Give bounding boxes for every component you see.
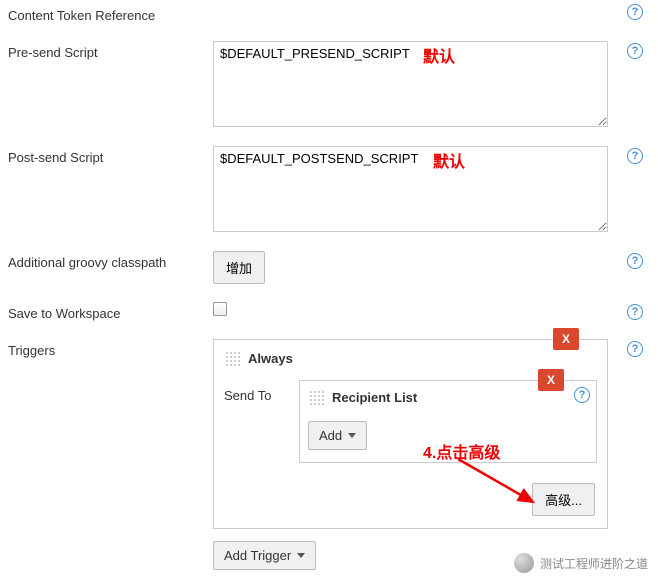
save-workspace-checkbox[interactable] [213,302,227,316]
presend-label: Pre-send Script [8,41,213,60]
advanced-button[interactable]: 高级... [532,483,595,516]
help-col: ? [620,4,650,20]
recipient-box: X Recipient List ? Add [299,380,597,463]
drag-handle-icon[interactable] [308,389,324,405]
classpath-label: Additional groovy classpath [8,251,213,270]
save-workspace-label: Save to Workspace [8,302,213,321]
add-trigger-dropdown[interactable]: Add Trigger [213,541,316,570]
presend-textarea[interactable] [213,41,608,127]
help-icon[interactable]: ? [627,43,643,59]
presend-field: 默认 [213,41,620,130]
help-col: ? [620,339,650,357]
add-recipient-dropdown[interactable]: Add [308,421,367,450]
save-workspace-row: Save to Workspace ? [0,298,658,325]
help-icon[interactable]: ? [627,4,643,20]
recipient-add-row: Add [300,413,596,462]
watermark: 测试工程师进阶之道 [514,553,648,573]
drag-handle-icon[interactable] [224,350,240,366]
recipient-list-title: Recipient List [332,390,417,405]
presend-script-row: Pre-send Script 默认 ? [0,37,658,134]
help-col: ? [620,251,650,269]
triggers-row: Triggers X Always Send To X Recipient Li… [0,335,658,582]
trigger-always-box: X Always Send To X Recipient List ? A [213,339,608,529]
help-icon[interactable]: ? [627,304,643,320]
sendto-label: Send To [224,380,299,463]
recipient-header: Recipient List ? [300,381,596,413]
chevron-down-icon [297,553,305,558]
help-col: ? [620,146,650,164]
help-icon[interactable]: ? [627,341,643,357]
add-classpath-button[interactable]: 增加 [213,251,265,284]
help-col: ? [620,41,650,59]
help-col: ? [620,302,650,320]
postsend-script-row: Post-send Script 默认 ? [0,142,658,239]
sendto-row: Send To X Recipient List ? Add [214,372,607,471]
triggers-field: X Always Send To X Recipient List ? A [213,339,620,578]
help-icon[interactable]: ? [574,387,590,403]
wechat-icon [514,553,534,573]
help-icon[interactable]: ? [627,253,643,269]
watermark-text: 测试工程师进阶之道 [540,555,648,572]
add-recipient-label: Add [319,428,342,443]
content-token-reference-row: Content Token Reference ? [0,0,658,27]
trigger-always-title: Always [248,351,293,366]
add-trigger-label: Add Trigger [224,548,291,563]
chevron-down-icon [348,433,356,438]
classpath-row: Additional groovy classpath 增加 ? [0,247,658,288]
advanced-row: 高级... [214,471,607,528]
classpath-field: 增加 [213,251,620,284]
content-token-reference-label: Content Token Reference [8,4,213,23]
help-icon[interactable]: ? [627,148,643,164]
postsend-label: Post-send Script [8,146,213,165]
triggers-label: Triggers [8,339,213,358]
postsend-textarea[interactable] [213,146,608,232]
save-workspace-field [213,302,620,319]
trigger-header: Always [214,340,607,372]
postsend-field: 默认 [213,146,620,235]
